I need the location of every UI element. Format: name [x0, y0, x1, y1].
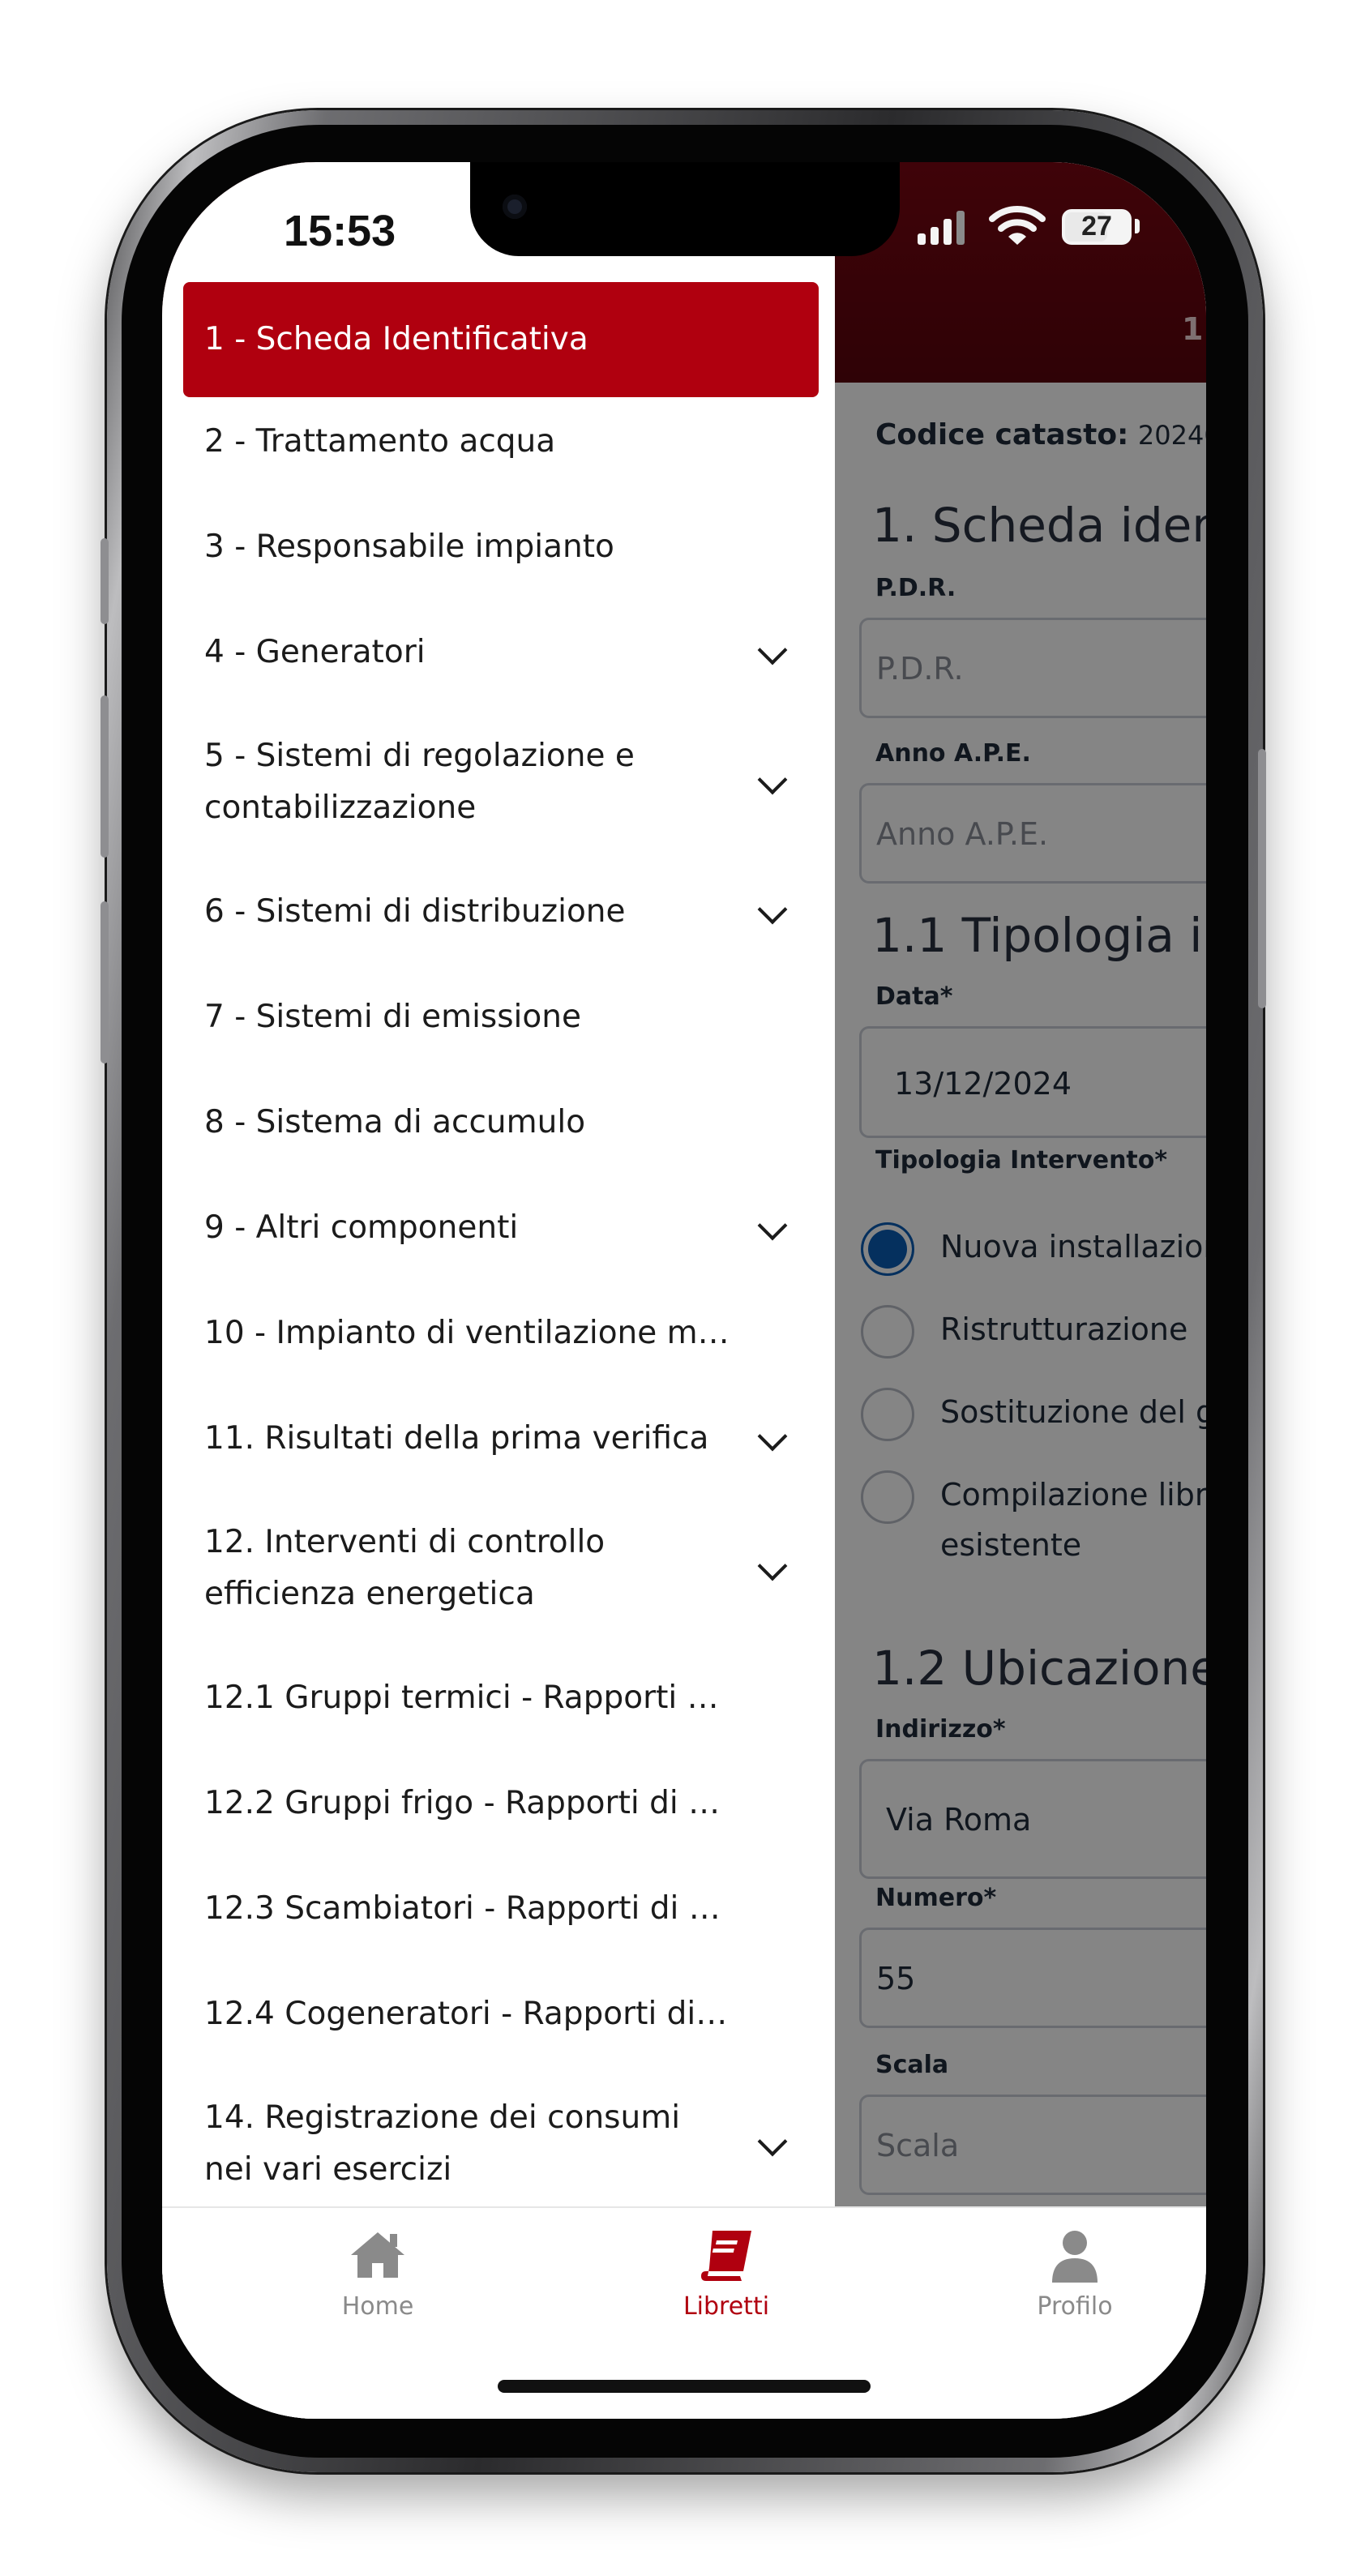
tab-label-libretti: Libretti — [682, 2292, 770, 2321]
drawer-menu-item[interactable]: 7 - Sistemi di emissione — [183, 965, 819, 1070]
volume-up-button — [101, 695, 109, 858]
tab-label-home: Home — [341, 2292, 414, 2321]
battery-nub — [1135, 219, 1140, 233]
drawer-menu-item[interactable]: 12.3 Scambiatori - Rapporti di con... — [183, 1856, 819, 1962]
drawer-menu-item-label: 11. Risultati della prima verifica — [204, 1420, 709, 1457]
drawer-menu-item[interactable]: 14. Registrazione dei consumi nei vari e… — [183, 2067, 819, 2221]
drawer-menu-item-label: 3 - Responsabile impianto — [204, 528, 614, 565]
drawer-menu-item[interactable]: 12.1 Gruppi termici - Rapporti di c... — [183, 1645, 819, 1751]
drawer-menu-item-label: 8 - Sistema di accumulo — [204, 1104, 586, 1140]
silent-switch — [101, 538, 109, 624]
chevron-down-icon[interactable] — [757, 1551, 788, 1581]
camera-icon — [503, 195, 527, 219]
drawer-menu-item[interactable]: 3 - Responsabile impianto — [183, 494, 819, 600]
battery-percentage: 27 — [1081, 211, 1112, 242]
drawer-menu-item-label: 1 - Scheda Identificativa — [204, 321, 588, 357]
drawer-menu-item[interactable]: 11. Risultati della prima verifica — [183, 1386, 819, 1491]
drawer-menu-item-label: 12.3 Scambiatori - Rapporti di con... — [204, 1890, 730, 1927]
chevron-down-icon[interactable] — [757, 1210, 788, 1241]
navigation-drawer: 1 - Scheda Identificativa 2 - Trattamento… — [162, 162, 835, 2419]
drawer-menu-item[interactable]: 12.2 Gruppi frigo - Rapporti di con... — [183, 1751, 819, 1856]
drawer-menu-item[interactable]: 1 - Scheda Identificativa — [183, 282, 819, 397]
drawer-menu-item-label: 2 - Trattamento acqua — [204, 423, 556, 460]
drawer-menu-item-label: 12.1 Gruppi termici - Rapporti di c... — [204, 1680, 730, 1716]
user-icon — [1052, 2231, 1098, 2283]
drawer-menu-item[interactable]: 5 - Sistemi di regolazione e contabilizz… — [183, 705, 819, 859]
chevron-down-icon[interactable] — [757, 764, 788, 795]
drawer-menu-item-label: 12.4 Cogeneratori - Rapporti di co... — [204, 1996, 730, 2032]
phone-screen: 1 Codice catasto: 2024000 1. Scheda iden… — [162, 162, 1206, 2419]
battery-icon: 27 — [1062, 209, 1132, 245]
drawer-menu-item[interactable]: 12. Interventi di controllo efficienza e… — [183, 1491, 819, 1645]
drawer-menu-item-label: 4 - Generatori — [204, 634, 426, 670]
drawer-menu-item-label: 7 - Sistemi di emissione — [204, 999, 581, 1035]
drawer-menu-item-label: 9 - Altri componenti — [204, 1209, 519, 1246]
status-time: 15:53 — [284, 207, 396, 255]
drawer-menu-item-label: 12.2 Gruppi frigo - Rapporti di con... — [204, 1785, 730, 1821]
signal-icon — [918, 211, 965, 245]
dynamic-island — [470, 162, 900, 256]
chevron-down-icon[interactable] — [757, 2126, 788, 2157]
status-icons: 27 — [916, 206, 1151, 256]
tab-home[interactable]: Home — [256, 2208, 499, 2330]
drawer-menu-item-label: 5 - Sistemi di regolazione e contabilizz… — [204, 738, 635, 826]
drawer-menu-item[interactable]: 6 - Sistemi di distribuzione — [183, 859, 819, 965]
chevron-down-icon[interactable] — [757, 635, 788, 665]
book-icon — [701, 2231, 751, 2281]
tab-label-profilo: Profilo — [1037, 2292, 1113, 2321]
chevron-down-icon[interactable] — [757, 894, 788, 925]
wifi-icon — [989, 206, 1046, 245]
drawer-menu-item-label: 12. Interventi di controllo efficienza e… — [204, 1524, 605, 1612]
drawer-menu-item-label: 10 - Impianto di ventilazione mecc... — [204, 1315, 730, 1351]
home-icon — [351, 2232, 404, 2278]
drawer-menu-item-label: 14. Registrazione dei consumi nei vari e… — [204, 2099, 681, 2188]
drawer-menu-item[interactable]: 10 - Impianto di ventilazione mecc... — [183, 1281, 819, 1386]
chevron-down-icon[interactable] — [757, 1421, 788, 1452]
drawer-menu-item[interactable]: 8 - Sistema di accumulo — [183, 1070, 819, 1175]
drawer-menu-item-label: 6 - Sistemi di distribuzione — [204, 893, 626, 930]
drawer-menu-item[interactable]: 9 - Altri componenti — [183, 1175, 819, 1281]
drawer-menu-item[interactable]: 12.4 Cogeneratori - Rapporti di co... — [183, 1962, 819, 2067]
power-button — [1258, 749, 1266, 1008]
tab-libretti[interactable]: Libretti — [605, 2208, 848, 2330]
drawer-menu-item[interactable]: 2 - Trattamento acqua — [183, 389, 819, 494]
volume-down-button — [101, 901, 109, 1063]
home-indicator[interactable] — [498, 2380, 871, 2393]
tab-profilo[interactable]: Profilo — [953, 2208, 1196, 2330]
drawer-menu-item[interactable]: 4 - Generatori — [183, 600, 819, 705]
